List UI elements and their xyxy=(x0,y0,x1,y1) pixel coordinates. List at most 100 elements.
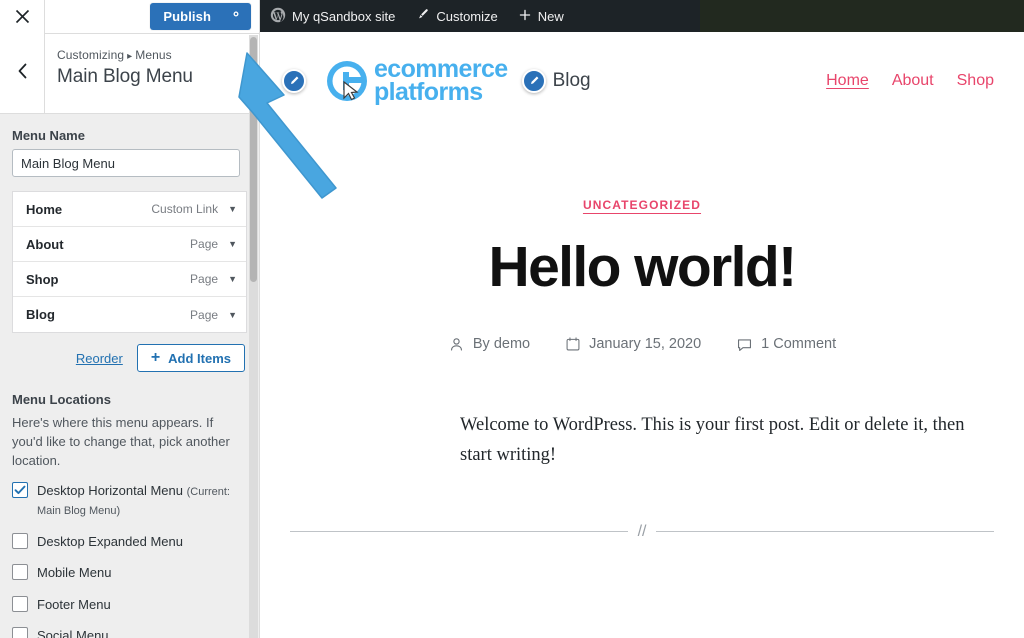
site-logo-text: ecommerce platforms xyxy=(374,57,508,106)
menu-item-type: Page xyxy=(190,307,219,322)
close-icon xyxy=(15,9,30,24)
chevron-left-icon xyxy=(17,63,28,84)
menu-name-label: Menu Name xyxy=(12,128,85,143)
logo-line-2: platforms xyxy=(374,78,483,106)
post-category-link[interactable]: UNCATEGORIZED xyxy=(583,198,701,212)
sidebar-scrollbar-thumb[interactable] xyxy=(250,37,257,282)
chevron-down-icon[interactable]: ▼ xyxy=(228,310,237,320)
menu-item-type: Page xyxy=(190,272,219,286)
location-checkbox-row[interactable]: Desktop Expanded Menu xyxy=(12,532,247,552)
menu-items-list: Home Custom Link ▼ About Page ▼ Shop Pag… xyxy=(12,191,247,333)
nav-link-shop[interactable]: Shop xyxy=(957,72,994,90)
chevron-down-icon[interactable]: ▼ xyxy=(228,274,237,284)
person-icon xyxy=(450,338,462,351)
gear-icon xyxy=(229,7,243,26)
post-comments-label: 1 Comment xyxy=(761,336,837,353)
location-label: Footer Menu xyxy=(37,596,111,612)
location-label: Desktop Horizontal Menu (Current: Main B… xyxy=(37,481,247,520)
post-meta: By demo January 15, 2020 1 Comment xyxy=(260,336,1024,353)
admin-bar-site-label: My qSandbox site xyxy=(292,8,396,24)
back-button[interactable] xyxy=(0,34,45,113)
reorder-link[interactable]: Reorder xyxy=(76,351,123,366)
menu-actions: Reorder + Add Items xyxy=(12,344,247,372)
publish-button-group[interactable]: Publish xyxy=(150,3,251,30)
location-name: Desktop Horizontal Menu xyxy=(37,482,183,498)
checkbox-desktop-expanded-menu[interactable] xyxy=(12,532,28,549)
comment-icon xyxy=(738,339,752,351)
chevron-down-icon[interactable]: ▼ xyxy=(228,204,237,214)
list-item[interactable]: Home Custom Link ▼ xyxy=(13,192,246,227)
publish-button[interactable]: Publish xyxy=(150,3,221,30)
list-item[interactable]: Blog Page ▼ xyxy=(13,297,246,332)
menu-locations-heading: Menu Locations xyxy=(12,392,111,407)
site-logo[interactable]: ecommerce platforms xyxy=(324,57,508,106)
panel-titles: Customizing ▸ Menus Main Blog Menu xyxy=(45,34,193,113)
calendar-icon xyxy=(566,337,580,351)
wp-admin-bar: My qSandbox site Customize New xyxy=(260,0,1024,32)
post-body-text: Welcome to WordPress. This is your first… xyxy=(460,414,965,465)
add-items-label: Add Items xyxy=(168,350,231,366)
post-author: By demo xyxy=(448,336,530,353)
post-date: January 15, 2020 xyxy=(565,336,701,352)
location-checkbox-row[interactable]: Mobile Menu xyxy=(12,563,247,583)
menu-item-type: Custom Link xyxy=(151,202,219,216)
customizer-sidebar: Publish Customizing ▸ Menus Main Blog Me… xyxy=(0,0,260,638)
separator-glyph: // xyxy=(637,522,647,540)
chevron-down-icon[interactable]: ▼ xyxy=(228,239,237,249)
menu-name-input[interactable] xyxy=(12,149,240,177)
post-article: UNCATEGORIZED Hello world! By demo Janua… xyxy=(260,196,1024,541)
list-item[interactable]: About Page ▼ xyxy=(13,227,246,262)
location-label: Desktop Expanded Menu xyxy=(37,533,183,549)
breadcrumb: Customizing ▸ Menus xyxy=(57,48,193,62)
pencil-edit-icon xyxy=(291,76,299,84)
add-items-button[interactable]: + Add Items xyxy=(136,344,245,372)
admin-bar-new[interactable]: New xyxy=(508,0,574,32)
sidebar-scrollbar[interactable] xyxy=(249,35,258,638)
screen: Publish Customizing ▸ Menus Main Blog Me… xyxy=(0,0,1024,638)
checkbox-social-menu[interactable] xyxy=(12,627,28,638)
location-checkbox-row[interactable]: Social Menu xyxy=(12,626,247,638)
location-label: Mobile Menu xyxy=(37,565,112,581)
checkbox-desktop-horizontal-menu[interactable] xyxy=(12,481,28,498)
menu-locations-section: Menu Locations Here's where this menu ap… xyxy=(12,392,247,638)
close-customizer-button[interactable] xyxy=(0,0,45,34)
pencil-edit-icon xyxy=(530,76,539,84)
breadcrumb-section: Menus xyxy=(135,48,172,62)
separator-line-right xyxy=(656,531,995,533)
edit-site-identity-shortcut[interactable] xyxy=(282,69,306,93)
location-label: Social Menu xyxy=(37,628,109,638)
admin-bar-customize-label: Customize xyxy=(436,8,498,24)
location-checkbox-row[interactable]: Footer Menu xyxy=(12,595,247,615)
list-item[interactable]: Shop Page ▼ xyxy=(13,262,246,297)
location-checkbox-row[interactable]: Desktop Horizontal Menu (Current: Main B… xyxy=(12,481,247,520)
admin-bar-new-label: New xyxy=(537,8,564,24)
customizer-content: Menu Name Home Custom Link ▼ About Page … xyxy=(0,114,259,638)
nav-link-home[interactable]: Home xyxy=(826,72,869,90)
checkbox-mobile-menu[interactable] xyxy=(12,564,28,581)
post-separator: // xyxy=(290,522,995,541)
customizer-settings-button[interactable] xyxy=(221,3,251,30)
post-author-label: By demo xyxy=(472,336,531,353)
menu-item-title: Shop xyxy=(26,271,59,287)
breadcrumb-separator: ▸ xyxy=(127,51,133,62)
menu-item-title: Home xyxy=(26,201,63,217)
admin-bar-site-name[interactable]: My qSandbox site xyxy=(260,0,405,32)
customizer-panel-header: Customizing ▸ Menus Main Blog Menu xyxy=(0,34,259,114)
plus-icon: + xyxy=(150,349,161,366)
plus-icon xyxy=(518,8,532,25)
site-tagline: Blog xyxy=(552,70,591,91)
post-title: Hello world! xyxy=(488,235,798,299)
checkbox-footer-menu[interactable] xyxy=(12,595,28,612)
breadcrumb-root: Customizing xyxy=(57,48,125,62)
site-preview: My qSandbox site Customize New ecommerce… xyxy=(260,0,1024,638)
wordpress-logo-icon xyxy=(270,7,286,26)
menu-locations-description: Here's where this menu appears. If you'd… xyxy=(12,415,230,468)
menu-item-title: Blog xyxy=(26,307,55,322)
post-date-label: January 15, 2020 xyxy=(589,336,702,353)
post-comments: 1 Comment xyxy=(736,336,836,353)
customizer-topbar: Publish xyxy=(0,0,259,34)
site-header: ecommerce platforms Blog Home About Shop xyxy=(260,32,1024,106)
admin-bar-customize[interactable]: Customize xyxy=(405,0,507,32)
nav-link-about[interactable]: About xyxy=(892,72,934,90)
edit-site-title-shortcut[interactable] xyxy=(521,69,546,93)
